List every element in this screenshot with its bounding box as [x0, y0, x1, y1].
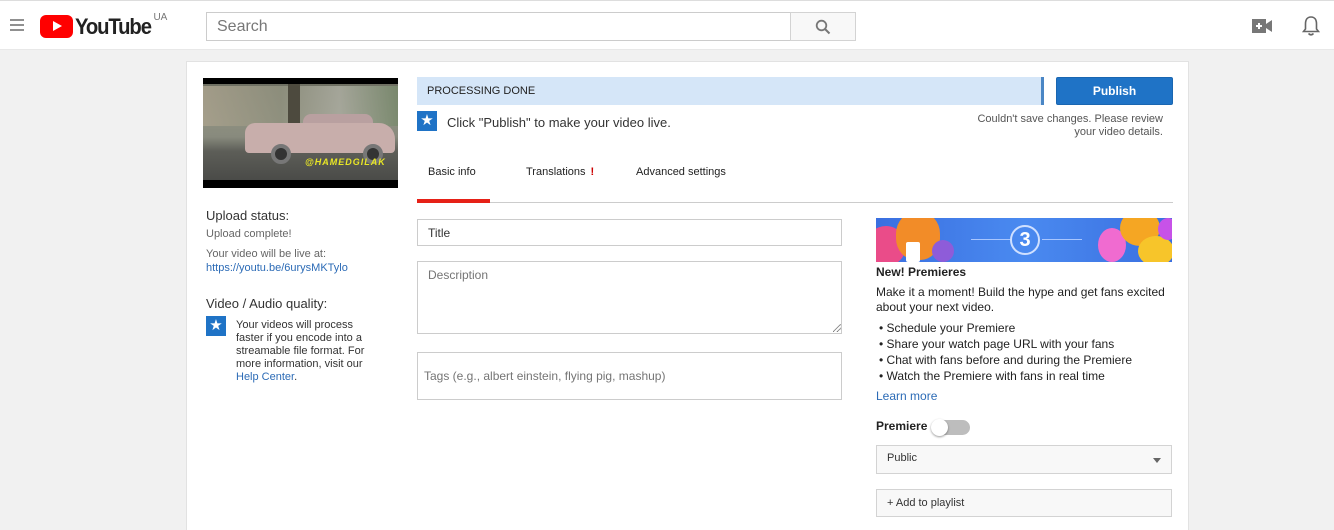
help-center-link[interactable]: Help Center: [236, 371, 294, 383]
star-info-icon: ★: [206, 316, 226, 336]
list-item: Watch the Premiere with fans in real tim…: [879, 368, 1132, 384]
youtube-logo[interactable]: YouTube UA: [40, 12, 168, 39]
premieres-banner: 3: [876, 218, 1172, 262]
add-to-playlist-button[interactable]: + Add to playlist: [876, 489, 1172, 517]
premiere-toggle-label: Premiere: [876, 419, 928, 433]
upload-card: @HAMEDGILAK Upload status: Upload comple…: [186, 61, 1189, 530]
list-item: Schedule your Premiere: [879, 320, 1132, 336]
country-code: UA: [153, 12, 168, 23]
create-video-icon[interactable]: [1252, 19, 1272, 33]
video-url-link[interactable]: https://youtu.be/6urysMKTylo: [206, 262, 348, 274]
dropdown-arrow-icon: [1153, 458, 1161, 463]
menu-icon[interactable]: [10, 19, 24, 31]
search-icon: [815, 19, 831, 34]
premiere-toggle[interactable]: [931, 419, 970, 436]
publish-hint: Click "Publish" to make your video live.: [447, 115, 671, 130]
upload-status-heading: Upload status:: [206, 208, 290, 223]
tab-bar: Basic info Translations! Advanced settin…: [417, 162, 1173, 203]
thumbnail-watermark: @HAMEDGILAK: [305, 157, 386, 167]
search-button[interactable]: [790, 12, 856, 41]
live-at-label: Your video will be live at:: [206, 248, 327, 260]
countdown-badge: 3: [1010, 225, 1040, 255]
star-info-icon: ★: [417, 111, 437, 131]
title-input[interactable]: [417, 219, 842, 246]
list-item: Chat with fans before and during the Pre…: [879, 352, 1132, 368]
tab-advanced-settings[interactable]: Advanced settings: [625, 162, 737, 203]
privacy-selected-value: Public: [887, 452, 917, 464]
top-bar: YouTube UA: [0, 0, 1334, 50]
tags-input[interactable]: [417, 352, 842, 400]
tab-basic-info[interactable]: Basic info: [417, 162, 490, 203]
notifications-bell-icon[interactable]: [1302, 15, 1320, 37]
list-item: Share your watch page URL with your fans: [879, 336, 1132, 352]
processing-progress-bar: PROCESSING DONE: [417, 77, 1044, 105]
quality-text: Your videos will process faster if you e…: [236, 319, 365, 383]
video-thumbnail[interactable]: @HAMEDGILAK: [203, 78, 398, 188]
privacy-select[interactable]: Public: [876, 445, 1172, 474]
premieres-feature-list: Schedule your Premiere Share your watch …: [879, 320, 1132, 384]
publish-button[interactable]: Publish: [1056, 77, 1173, 105]
premieres-description: Make it a moment! Build the hype and get…: [876, 285, 1165, 314]
popcorn-icon: [906, 242, 920, 262]
resize-handle-icon[interactable]: [833, 324, 841, 332]
quality-heading: Video / Audio quality:: [206, 296, 328, 311]
toggle-knob: [931, 419, 948, 436]
save-error-message: Couldn't save changes. Please review you…: [977, 113, 1163, 138]
learn-more-link[interactable]: Learn more: [876, 389, 937, 403]
warning-icon: !: [590, 166, 595, 178]
play-logo-icon: [40, 15, 73, 38]
logo-text: YouTube: [75, 14, 152, 39]
header-actions: [1252, 15, 1320, 37]
search-input[interactable]: [206, 12, 790, 41]
upload-status-text: Upload complete!: [206, 228, 292, 240]
description-input[interactable]: [417, 261, 842, 334]
premieres-heading: New! Premieres: [876, 265, 967, 279]
search-bar: [206, 12, 856, 41]
processing-status: PROCESSING DONE: [427, 85, 536, 97]
tab-translations[interactable]: Translations!: [515, 162, 605, 203]
